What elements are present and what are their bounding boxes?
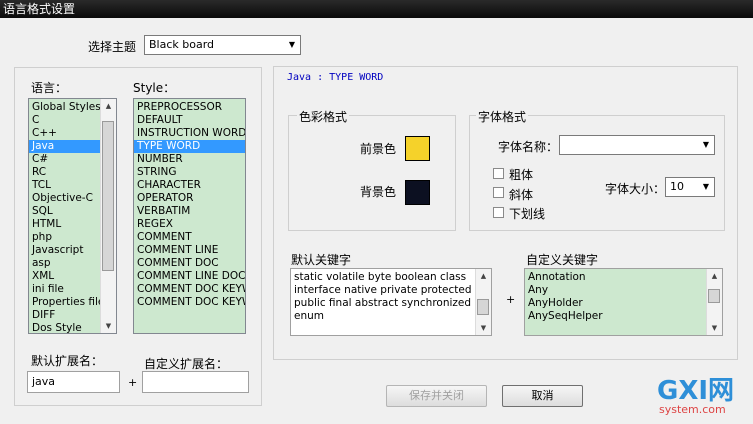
chevron-down-icon: ▼ [288,40,296,49]
default-extension-label: 默认扩展名： [31,354,104,368]
style-item[interactable]: STRING [134,166,245,179]
scroll-down-icon[interactable]: ▼ [101,319,116,333]
style-item[interactable]: DEFAULT [134,114,245,127]
background-color-swatch[interactable] [405,180,430,205]
scroll-thumb[interactable] [708,289,720,303]
italic-checkbox[interactable] [493,187,504,198]
bold-checkbox[interactable] [493,168,504,179]
keyword-line: static volatile byte boolean class [294,271,467,283]
style-item[interactable]: VERBATIM [134,205,245,218]
theme-selected-value: Black board [149,38,215,51]
style-item[interactable]: PREPROCESSOR [134,101,245,114]
style-item[interactable]: INSTRUCTION WORD [134,127,245,140]
watermark-logo: GXI网 system.com [657,378,751,422]
keyword-line: public final abstract synchronized [294,297,472,309]
custom-keywords-scrollbar[interactable]: ▲ ▼ [706,269,722,335]
language-list-scrollbar[interactable]: ▲ ▼ [100,99,116,333]
custom-extension-label: 自定义扩展名： [144,357,229,371]
default-keywords-scrollbar[interactable]: ▲ ▼ [475,269,491,335]
keyword-line: AnyHolder [528,297,583,309]
style-item[interactable]: NUMBER [134,153,245,166]
custom-keywords-textarea[interactable]: Annotation Any AnyHolder AnySeqHelper ▲ ▼ [524,268,723,336]
font-size-value: 10 [670,180,684,193]
style-item[interactable]: COMMENT LINE [134,244,245,257]
scroll-thumb[interactable] [477,299,489,315]
style-list[interactable]: PREPROCESSOR DEFAULT INSTRUCTION WORD TYPE … [133,98,246,334]
scroll-down-icon[interactable]: ▼ [476,321,491,335]
keyword-line: interface native private protected [294,284,472,296]
scroll-thumb[interactable] [102,121,114,271]
styles-header: Style： [133,81,176,95]
style-item[interactable]: COMMENT [134,231,245,244]
keyword-line: enum [294,310,324,322]
window-title: 语言格式设置 [3,2,76,16]
underline-checkbox[interactable] [493,207,504,218]
bold-label: 粗体 [509,168,534,182]
scroll-down-icon[interactable]: ▼ [707,321,722,335]
font-size-label: 字体大小： [605,182,666,196]
chevron-down-icon: ▼ [702,140,710,149]
language-list[interactable]: Global Styles C C++ Java C# RC TCL Objective-C S… [28,98,117,334]
default-keywords-title: 默认关键字 [291,253,352,267]
style-item[interactable]: OPERATOR [134,192,245,205]
title-bar: 语言格式设置 [0,0,753,18]
color-format-group [288,115,456,231]
scroll-up-icon[interactable]: ▲ [101,99,116,113]
keywords-plus: + [506,293,516,306]
style-item[interactable]: COMMENT LINE DOC [134,270,245,283]
style-item[interactable]: COMMENT DOC KEYWORD [134,296,245,309]
style-item[interactable]: TYPE WORD [134,140,245,153]
font-format-group [469,115,725,231]
cancel-button[interactable]: 取消 [502,385,583,407]
keyword-line: Any [528,284,549,296]
italic-label: 斜体 [509,188,534,202]
style-item[interactable]: COMMENT DOC KEYWORD [134,283,245,296]
watermark-logo-text: GXI网 [657,376,735,406]
color-format-title: 色彩格式 [297,108,350,125]
custom-extension-field[interactable] [142,371,249,393]
style-item[interactable]: REGEX [134,218,245,231]
custom-keywords-title: 自定义关键字 [526,253,599,267]
default-keywords-textarea[interactable]: static volatile byte boolean class interf… [290,268,492,336]
theme-label: 选择主题 [88,40,137,54]
default-extension-field[interactable]: java [27,371,120,393]
scroll-up-icon[interactable]: ▲ [707,269,722,283]
keyword-line: Annotation [528,271,586,283]
style-item[interactable]: COMMENT DOC [134,257,245,270]
foreground-label: 前景色 [360,142,397,156]
font-name-label: 字体名称： [498,140,559,154]
font-name-select[interactable]: ▼ [559,135,715,155]
extension-plus: + [128,376,138,389]
keyword-line: AnySeqHelper [528,310,603,322]
watermark-site-text: system.com [659,403,726,416]
chevron-down-icon: ▼ [702,182,710,191]
background-label: 背景色 [360,185,397,199]
scroll-up-icon[interactable]: ▲ [476,269,491,283]
foreground-color-swatch[interactable] [405,136,430,161]
theme-select[interactable]: Black board ▼ [144,35,301,55]
font-format-title: 字体格式 [476,108,529,125]
style-item[interactable]: CHARACTER [134,179,245,192]
languages-header: 语言： [31,81,68,95]
save-close-button[interactable]: 保存并关闭 [386,385,487,407]
style-header: Java : TYPE WORD [287,72,384,83]
font-size-select[interactable]: 10 ▼ [665,177,715,197]
underline-label: 下划线 [509,207,546,221]
